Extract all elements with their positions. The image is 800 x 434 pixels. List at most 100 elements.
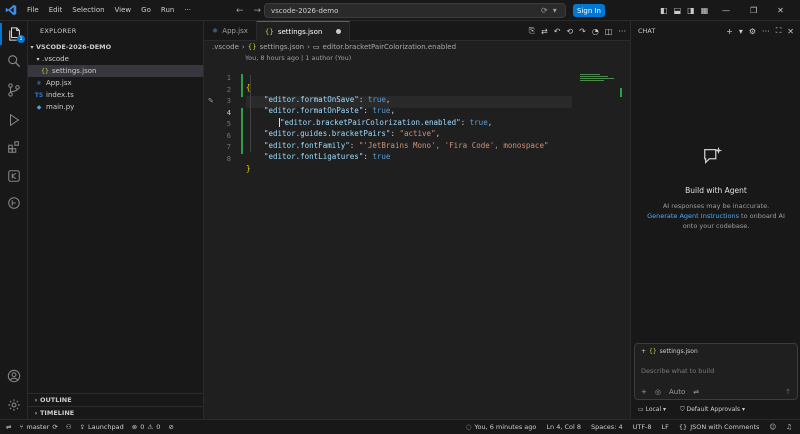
python-file-icon: ◆ bbox=[36, 103, 42, 111]
chat-settings-icon[interactable]: ⚙ bbox=[749, 27, 756, 36]
context-file-label: settings.json bbox=[659, 348, 698, 355]
line-ending[interactable]: LF bbox=[662, 423, 669, 431]
split-editor-icon[interactable]: ◫ bbox=[605, 27, 613, 36]
ports-icon[interactable]: ⊘ bbox=[168, 423, 173, 431]
menu-view[interactable]: View bbox=[110, 0, 137, 21]
minimap[interactable] bbox=[580, 74, 616, 84]
codelens-blame[interactable]: You, 8 hours ago | 1 author (You) bbox=[245, 54, 351, 62]
approvals-selector[interactable]: ⛉ Default Approvals ▾ bbox=[680, 406, 745, 414]
blame-indicator[interactable]: ◌ You, 6 minutes ago bbox=[466, 423, 537, 431]
menu-edit[interactable]: Edit bbox=[44, 0, 68, 21]
unsaved-dot-icon[interactable] bbox=[336, 29, 342, 34]
menu-selection[interactable]: Selection bbox=[67, 0, 109, 21]
launchpad-label: Launchpad bbox=[88, 423, 124, 431]
gitlens-action-icon[interactable]: ◔ bbox=[592, 27, 599, 36]
chat-input-box: + {} settings.json Describe what to buil… bbox=[634, 343, 798, 400]
context-file-chip[interactable]: + {} settings.json bbox=[641, 348, 698, 355]
code-editor[interactable]: 1 { 2 "editor.formatOnSave": true, 3 "ed… bbox=[204, 64, 630, 173]
search-icon[interactable] bbox=[0, 50, 28, 72]
gitlens-icon[interactable] bbox=[0, 192, 28, 214]
command-center-search[interactable]: vscode-2026-demo bbox=[264, 3, 566, 18]
remote-indicator-icon[interactable]: ⇌ bbox=[6, 423, 11, 431]
copilot-icon[interactable]: ⟳ bbox=[541, 6, 548, 15]
timeline-label: TIMELINE bbox=[40, 409, 75, 417]
launchpad-indicator[interactable]: ⇪ Launchpad bbox=[80, 423, 124, 431]
menu-run[interactable]: Run bbox=[156, 0, 179, 21]
next-change-icon[interactable]: ↷ bbox=[579, 27, 586, 36]
indentation[interactable]: Spaces: 4 bbox=[591, 423, 623, 431]
extensions-icon[interactable] bbox=[0, 136, 28, 158]
agent-title: Build with Agent bbox=[685, 186, 747, 195]
folder-vscode[interactable]: ▾ .vscode bbox=[28, 53, 203, 65]
breadcrumb-file[interactable]: settings.json bbox=[260, 43, 304, 51]
timeline-section[interactable]: › TIMELINE bbox=[28, 406, 204, 419]
warning-icon: ⚠ bbox=[147, 423, 154, 431]
chat-input[interactable]: Describe what to build bbox=[641, 367, 714, 375]
explorer-icon[interactable]: 1 bbox=[0, 23, 28, 45]
json-icon: {} bbox=[649, 348, 657, 355]
toggle-secondary-sidebar-icon[interactable]: ◨ bbox=[687, 6, 695, 15]
chevron-down-icon[interactable]: ▾ bbox=[739, 27, 743, 36]
problems-indicator[interactable]: ⊗ 0 ⚠ 0 bbox=[132, 423, 161, 431]
open-changes-icon[interactable]: ⎘ bbox=[529, 26, 535, 36]
revert-icon[interactable]: ⟲ bbox=[566, 27, 573, 36]
more-actions-icon[interactable]: ··· bbox=[618, 27, 626, 36]
agent-mode-icon[interactable]: ◎ bbox=[655, 388, 661, 396]
tab-settings-json[interactable]: {} settings.json bbox=[256, 21, 351, 41]
minimize-icon[interactable]: — bbox=[722, 6, 730, 15]
file-main-py[interactable]: ◆ main.py bbox=[28, 101, 203, 113]
run-debug-icon[interactable] bbox=[0, 109, 28, 131]
local-selector[interactable]: ▭ Local ▾ bbox=[638, 406, 666, 414]
forward-arrow-icon[interactable]: → bbox=[254, 6, 262, 16]
generate-instructions-link[interactable]: Generate Agent Instructions bbox=[647, 212, 739, 220]
code-line: 5 "editor.guides.bracketPairs": "active"… bbox=[204, 110, 630, 138]
status-right: ◌ You, 6 minutes ago Ln 4, Col 8 Spaces: … bbox=[466, 420, 792, 434]
project-root[interactable]: ▾ VSCODE-2026-DEMO bbox=[28, 41, 203, 53]
toggle-panel-icon[interactable]: ⬓ bbox=[674, 6, 682, 15]
more-actions-icon[interactable]: ··· bbox=[762, 27, 770, 36]
braces-icon: {} bbox=[678, 423, 688, 431]
file-settings-json[interactable]: {} settings.json bbox=[28, 65, 203, 77]
breadcrumb-symbol[interactable]: editor.bracketPairColorization.enabled bbox=[323, 43, 457, 51]
compare-icon[interactable]: ⇄ bbox=[541, 27, 548, 36]
toggle-sidebar-icon[interactable]: ◧ bbox=[660, 6, 668, 15]
gitlens-graph-icon[interactable]: ⚇ bbox=[66, 423, 72, 431]
outline-section[interactable]: › OUTLINE bbox=[28, 393, 204, 406]
breadcrumb-folder[interactable]: .vscode bbox=[212, 43, 239, 51]
file-index-ts[interactable]: TS index.ts bbox=[28, 89, 203, 101]
remote-explorer-icon[interactable] bbox=[0, 165, 28, 187]
restore-icon[interactable]: ❐ bbox=[750, 6, 757, 15]
account-icon[interactable] bbox=[0, 365, 28, 387]
tools-icon[interactable]: ⇌ bbox=[693, 388, 699, 396]
notifications-bell-icon[interactable]: ♫ bbox=[786, 423, 792, 431]
copilot-status-icon[interactable]: ☺ bbox=[769, 423, 776, 431]
mode-selector[interactable]: Auto bbox=[669, 388, 685, 396]
menu-more[interactable]: ··· bbox=[179, 0, 196, 21]
new-chat-icon[interactable]: + bbox=[726, 27, 733, 36]
add-context-icon[interactable]: + bbox=[641, 348, 646, 355]
menu-go[interactable]: Go bbox=[136, 0, 156, 21]
explorer-badge: 1 bbox=[17, 35, 25, 43]
encoding[interactable]: UTF-8 bbox=[633, 423, 652, 431]
menu-file[interactable]: File bbox=[22, 0, 44, 21]
close-brace: } bbox=[246, 163, 251, 173]
send-arrow-icon[interactable]: ↑ bbox=[785, 388, 791, 396]
customize-layout-icon[interactable]: ▦ bbox=[701, 6, 709, 15]
branch-indicator[interactable]: ⑂ master ⟳ bbox=[19, 423, 57, 431]
back-arrow-icon[interactable]: ← bbox=[236, 6, 244, 16]
cursor-position[interactable]: Ln 4, Col 8 bbox=[546, 423, 581, 431]
language-mode[interactable]: {} JSON with Comments bbox=[679, 423, 759, 431]
tab-app-jsx[interactable]: ⚛ App.jsx bbox=[204, 21, 257, 41]
settings-gear-icon[interactable] bbox=[0, 394, 28, 416]
source-control-icon[interactable] bbox=[0, 79, 28, 101]
attach-icon[interactable]: + bbox=[641, 388, 647, 396]
maximize-icon[interactable]: ⛶ bbox=[776, 26, 782, 36]
close-chat-icon[interactable]: ✕ bbox=[787, 27, 794, 36]
previous-change-icon[interactable]: ↶ bbox=[554, 27, 561, 36]
close-icon[interactable]: ✕ bbox=[777, 6, 784, 15]
file-app-jsx[interactable]: ⚛ App.jsx bbox=[28, 77, 203, 89]
sign-in-button[interactable]: Sign In bbox=[573, 4, 605, 17]
tab-app-jsx-label: App.jsx bbox=[222, 27, 248, 35]
chevron-down-icon[interactable]: ▾ bbox=[553, 6, 557, 15]
scrollbar-change-marker bbox=[620, 88, 622, 97]
